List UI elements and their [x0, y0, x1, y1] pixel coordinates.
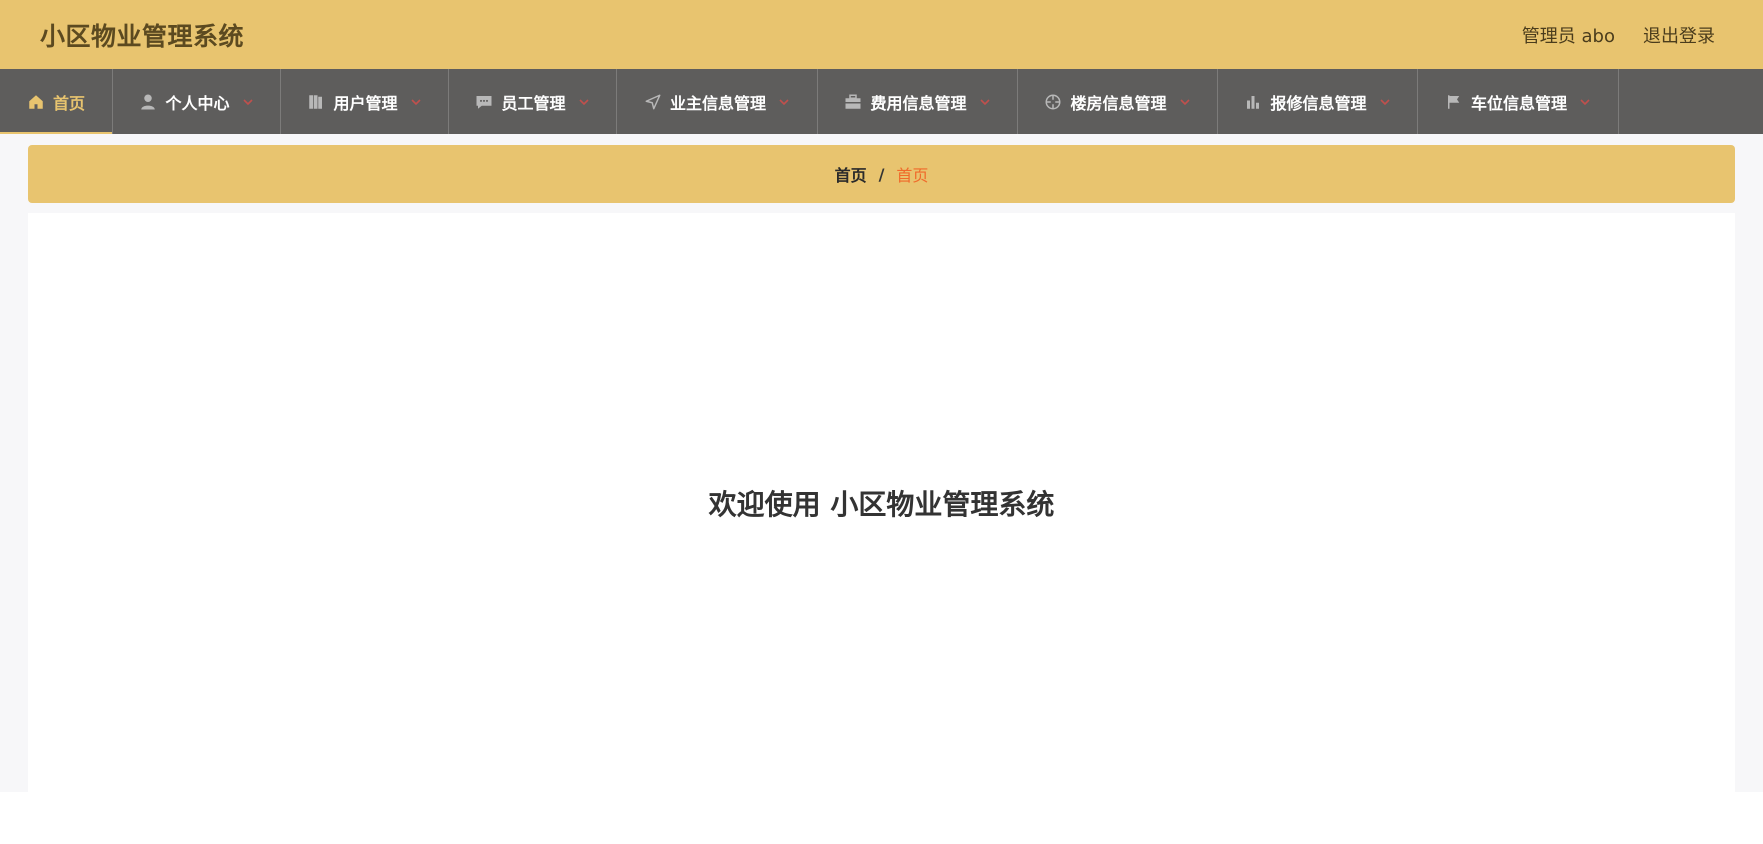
chat-icon: [475, 93, 493, 111]
nav-label: 个人中心: [165, 93, 230, 113]
user-label: 管理员 abo: [1521, 25, 1615, 47]
nav-item-home[interactable]: 首页: [0, 69, 113, 134]
crosshair-icon: [1044, 93, 1062, 111]
logout-link[interactable]: 退出登录: [1643, 22, 1715, 48]
welcome-title: 欢迎使用 小区物业管理系统: [708, 487, 1055, 521]
nav-label: 楼房信息管理: [1070, 93, 1167, 113]
chevron-down-icon: [1579, 96, 1591, 108]
nav-item-parking-info[interactable]: 车位信息管理: [1418, 69, 1619, 134]
nav-item-owner-info[interactable]: 业主信息管理: [617, 69, 818, 134]
nav-item-fee-info[interactable]: 费用信息管理: [818, 69, 1018, 134]
breadcrumb-separator: /: [878, 164, 885, 184]
user-icon: [139, 93, 157, 111]
nav-item-building-info[interactable]: 楼房信息管理: [1018, 69, 1218, 134]
home-icon: [27, 93, 45, 111]
nav-label: 用户管理: [333, 93, 398, 113]
chevron-down-icon: [778, 96, 790, 108]
bar-chart-icon: [1244, 93, 1262, 111]
book-icon: [307, 93, 325, 111]
navigation-icon: [644, 93, 662, 111]
chevron-down-icon: [979, 96, 991, 108]
nav-item-repair-info[interactable]: 报修信息管理: [1218, 69, 1418, 134]
header-user-area: 管理员 abo 退出登录: [1522, 22, 1715, 48]
chevron-down-icon: [1379, 96, 1391, 108]
nav-label: 费用信息管理: [870, 93, 967, 113]
nav-label: 业主信息管理: [669, 93, 766, 113]
breadcrumb-home[interactable]: 首页: [835, 162, 867, 186]
nav-label: 首页: [52, 93, 85, 113]
main-nav: 首页 个人中心 用户管理 员工管理 业主信息管理 费用信息管理 楼房信息管理 报…: [0, 69, 1763, 134]
nav-label: 报修信息管理: [1270, 93, 1367, 113]
top-header: 小区物业管理系统 管理员 abo 退出登录: [0, 0, 1763, 69]
nav-item-staff-management[interactable]: 员工管理: [449, 69, 617, 134]
chevron-down-icon: [242, 96, 254, 108]
app-title: 小区物业管理系统: [40, 21, 245, 51]
chevron-down-icon: [410, 96, 422, 108]
flag-icon: [1445, 93, 1463, 111]
breadcrumb: 首页 / 首页: [28, 145, 1735, 203]
breadcrumb-current: 首页: [896, 166, 929, 185]
chevron-down-icon: [578, 96, 590, 108]
nav-label: 车位信息管理: [1470, 93, 1567, 113]
chevron-down-icon: [1179, 96, 1191, 108]
nav-label: 员工管理: [501, 93, 566, 113]
briefcase-icon: [844, 93, 862, 111]
main-panel: 欢迎使用 小区物业管理系统: [28, 213, 1735, 792]
nav-item-personal-center[interactable]: 个人中心: [113, 69, 281, 134]
nav-item-user-management[interactable]: 用户管理: [281, 69, 449, 134]
page: 小区物业管理系统 管理员 abo 退出登录 首页 个人中心 用户管理 员工管理 …: [0, 0, 1763, 844]
